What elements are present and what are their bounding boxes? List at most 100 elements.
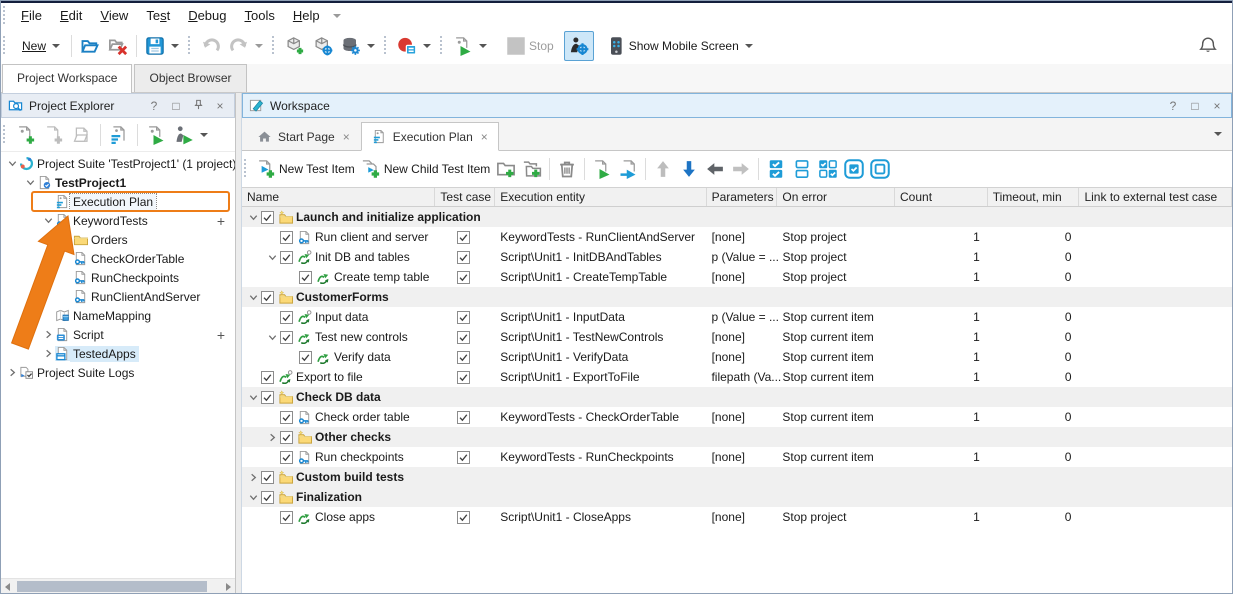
tab-project-workspace[interactable]: Project Workspace (2, 64, 132, 93)
new-group-button[interactable] (493, 156, 519, 182)
new-child-test-item-button[interactable]: New Child Test Item (358, 156, 493, 182)
maximize-icon[interactable]: □ (168, 99, 184, 113)
display-object-spy-toggle[interactable] (564, 31, 594, 61)
column-header-link-to-external-test-case[interactable]: Link to external test case (1079, 188, 1232, 206)
expander-closed-icon[interactable] (5, 367, 19, 378)
menu-item-file[interactable]: File (12, 6, 51, 25)
check-all-children-button[interactable] (763, 156, 789, 182)
add-new-item-button[interactable] (12, 121, 40, 149)
tree-item-testproject1[interactable]: TestProject1 (1, 173, 235, 192)
expander-open-icon[interactable] (246, 292, 261, 303)
tab-list-dropdown-icon[interactable] (1214, 132, 1222, 136)
test-item-row-run-client-and-server[interactable]: Run client and serverKeywordTests - RunC… (242, 227, 1232, 247)
menu-item-view[interactable]: View (91, 6, 137, 25)
test-item-row-create-temp-table[interactable]: Create temp tableScript\Unit1 - CreateTe… (242, 267, 1232, 287)
tree-item-execution-plan[interactable]: Execution Plan (1, 192, 235, 211)
delete-button[interactable] (554, 156, 580, 182)
toggle-check-button[interactable] (815, 156, 841, 182)
scrollbar-thumb[interactable] (17, 581, 207, 592)
test-item-row-check-order-table[interactable]: Check order tableKeywordTests - CheckOrd… (242, 407, 1232, 427)
expander-open-icon[interactable] (265, 332, 280, 343)
column-header-on-error[interactable]: On error (777, 188, 895, 206)
group-row-customerforms[interactable]: CustomerForms (242, 287, 1232, 307)
checkbox[interactable] (280, 331, 293, 344)
checkbox[interactable] (457, 511, 470, 524)
enable-item-button[interactable] (841, 156, 867, 182)
test-item-row-verify-data[interactable]: Verify dataScript\Unit1 - VerifyData[non… (242, 347, 1232, 367)
close-icon[interactable]: × (212, 99, 228, 113)
expander-closed-icon[interactable] (265, 432, 280, 443)
record-button[interactable] (393, 32, 438, 60)
tab-object-browser[interactable]: Object Browser (134, 64, 246, 92)
group-row-custom-build-tests[interactable]: Custom build tests (242, 467, 1232, 487)
uncheck-all-children-button[interactable] (789, 156, 815, 182)
add-existing-item-button[interactable] (68, 121, 96, 149)
add-child-plus-icon[interactable]: + (217, 213, 225, 229)
maximize-icon[interactable]: □ (1187, 99, 1203, 113)
column-header-count[interactable]: Count (895, 188, 988, 206)
menu-item-help[interactable]: Help (284, 6, 329, 25)
move-up-button[interactable] (650, 156, 676, 182)
object-browser-cube-button[interactable] (309, 32, 337, 60)
test-item-row-export-to-file[interactable]: Export to fileScript\Unit1 - ExportToFil… (242, 367, 1232, 387)
toolbar-grip[interactable] (440, 36, 445, 56)
tree-item-runcheckpoints[interactable]: RunCheckpoints (1, 268, 235, 287)
tab-start-page[interactable]: Start Page × (246, 123, 361, 150)
tree-item-script[interactable]: Script+ (1, 325, 235, 344)
show-mobile-screen-button[interactable]: Show Mobile Screen (602, 32, 760, 60)
expander-open-icon[interactable] (41, 215, 55, 226)
menu-item-tools[interactable]: Tools (236, 6, 284, 25)
column-header-execution-entity[interactable]: Execution entity (495, 188, 706, 206)
stop-button[interactable]: Stop (502, 32, 558, 60)
add-object-button[interactable] (281, 32, 309, 60)
test-item-row-run-checkpoints[interactable]: Run checkpointsKeywordTests - RunCheckpo… (242, 447, 1232, 467)
undo-button[interactable] (197, 32, 225, 60)
toolbar-grip[interactable] (3, 125, 8, 145)
close-project-button[interactable] (104, 32, 132, 60)
checkbox[interactable] (457, 251, 470, 264)
toolbar-grip[interactable] (3, 36, 8, 56)
tree-item-project-suite-testproject1-1-project[interactable]: Project Suite 'TestProject1' (1 project) (1, 154, 235, 173)
move-left-button[interactable] (702, 156, 728, 182)
checkbox[interactable] (299, 271, 312, 284)
menu-item-edit[interactable]: Edit (51, 6, 91, 25)
checkbox[interactable] (457, 271, 470, 284)
test-item-row-close-apps[interactable]: Close appsScript\Unit1 - CloseApps[none]… (242, 507, 1232, 527)
checkbox[interactable] (280, 311, 293, 324)
toolbar-grip[interactable] (3, 6, 8, 26)
checkbox[interactable] (280, 411, 293, 424)
horizontal-scrollbar[interactable] (1, 578, 235, 593)
tab-execution-plan[interactable]: Execution Plan × (361, 122, 499, 151)
menu-item-debug[interactable]: Debug (179, 6, 235, 25)
close-tab-icon[interactable]: × (481, 130, 488, 144)
checkbox[interactable] (261, 491, 274, 504)
run-project-button[interactable] (142, 121, 170, 149)
test-item-row-test-new-controls[interactable]: Test new controlsScript\Unit1 - TestNewC… (242, 327, 1232, 347)
disable-item-button[interactable] (867, 156, 893, 182)
checkbox[interactable] (457, 311, 470, 324)
checkbox[interactable] (261, 391, 274, 404)
checkbox[interactable] (280, 511, 293, 524)
checkbox[interactable] (457, 371, 470, 384)
open-project-button[interactable] (76, 32, 104, 60)
tree-item-runclientandserver[interactable]: RunClientAndServer (1, 287, 235, 306)
checkbox[interactable] (299, 351, 312, 364)
checkbox[interactable] (261, 211, 274, 224)
organize-items-button[interactable] (105, 121, 133, 149)
run-focused-item-button[interactable] (589, 156, 615, 182)
run-selected-button[interactable] (170, 121, 215, 149)
notifications-bell-icon[interactable] (1198, 36, 1218, 56)
expander-open-icon[interactable] (246, 492, 261, 503)
checkbox[interactable] (261, 371, 274, 384)
expander-open-icon[interactable] (265, 252, 280, 263)
toolbar-grip[interactable] (384, 36, 389, 56)
expander-closed-icon[interactable] (246, 472, 261, 483)
checkbox[interactable] (457, 411, 470, 424)
expander-closed-icon[interactable] (41, 348, 55, 359)
redo-button[interactable] (225, 32, 270, 60)
new-button[interactable]: New (18, 35, 67, 57)
column-header-parameters[interactable]: Parameters (707, 188, 778, 206)
column-header-name[interactable]: Name (242, 188, 435, 206)
tree-item-project-suite-logs[interactable]: Project Suite Logs (1, 363, 235, 382)
add-child-plus-icon[interactable]: + (217, 327, 225, 343)
